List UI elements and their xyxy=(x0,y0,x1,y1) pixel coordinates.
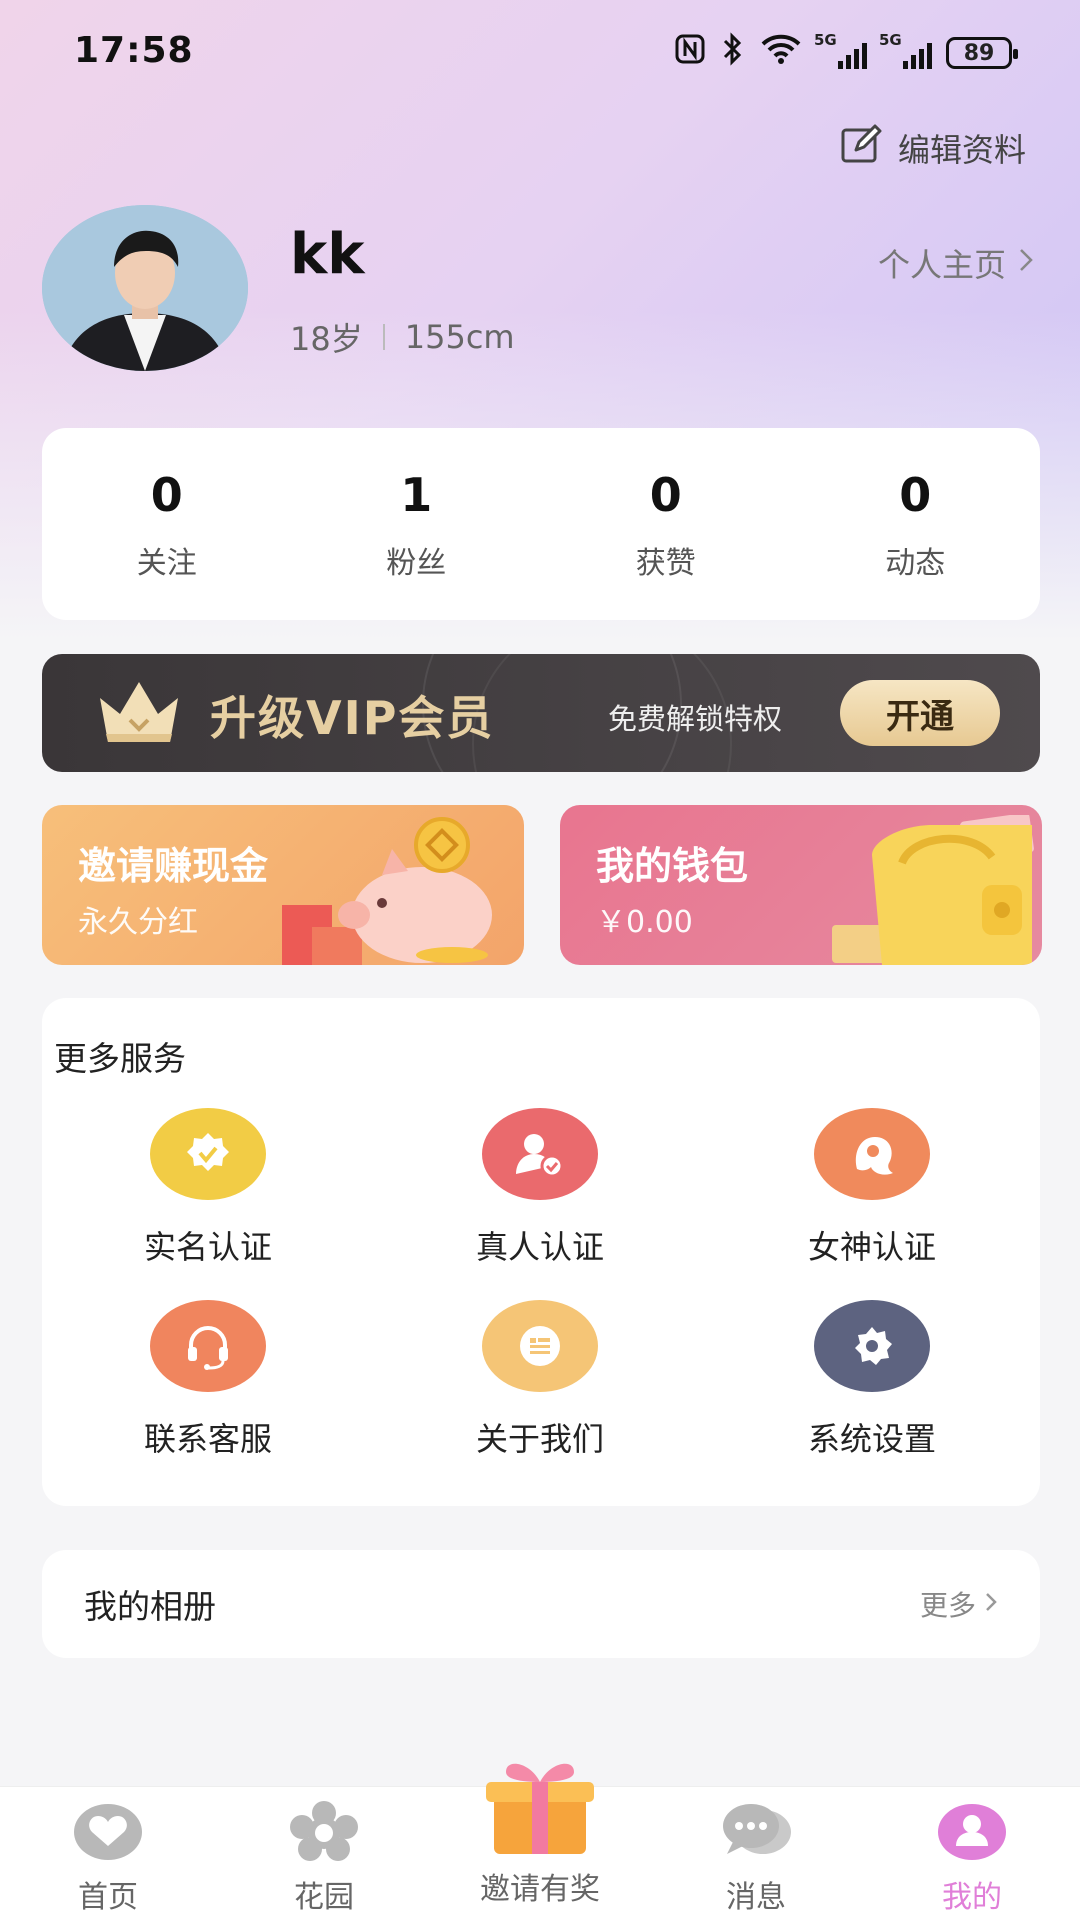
wifi-icon xyxy=(760,33,802,73)
more-services-card: 更多服务 实名认证 真人认证 女神认证 联系客服 关于我们 系统设置 xyxy=(42,998,1040,1506)
stat-value: 0 xyxy=(899,468,932,522)
stat-value: 0 xyxy=(649,468,682,522)
wallet-balance: ￥0.00 xyxy=(596,905,693,940)
invite-subtitle: 永久分红 xyxy=(78,905,198,940)
tab-mine[interactable]: 我的 xyxy=(892,1800,1052,1916)
edit-profile-label: 编辑资料 xyxy=(897,131,1026,169)
tab-garden[interactable]: 花园 xyxy=(244,1800,404,1916)
wallet-promo-card[interactable]: 我的钱包 ￥0.00 xyxy=(560,805,1042,965)
service-label: 联系客服 xyxy=(143,1420,272,1458)
nfc-icon xyxy=(674,33,706,73)
tab-label: 首页 xyxy=(78,1880,138,1915)
stat-fans[interactable]: 1 粉丝 xyxy=(292,428,542,620)
bluetooth-icon xyxy=(720,32,746,74)
homepage-link[interactable]: 个人主页 xyxy=(878,240,1034,286)
wallet-icon xyxy=(812,812,1042,965)
service-system-settings[interactable]: 系统设置 xyxy=(706,1300,1038,1470)
tab-label: 花园 xyxy=(294,1880,354,1915)
tab-label: 我的 xyxy=(942,1880,1002,1915)
headset-icon xyxy=(150,1300,266,1392)
service-label: 系统设置 xyxy=(807,1420,936,1458)
stat-label: 获赞 xyxy=(635,546,696,581)
invite-title: 邀请赚现金 xyxy=(78,844,269,888)
settings-icon xyxy=(814,1300,930,1392)
service-label: 女神认证 xyxy=(807,1228,936,1266)
my-album-row[interactable]: 我的相册 更多 xyxy=(42,1550,1040,1658)
avatar[interactable] xyxy=(42,205,248,371)
chevron-right-icon xyxy=(1018,244,1034,282)
edit-profile-button[interactable]: 编辑资料 xyxy=(840,124,1026,172)
tab-home[interactable]: 首页 xyxy=(28,1800,188,1916)
stat-label: 粉丝 xyxy=(386,546,447,581)
status-bar: 17:58 5G 5G 89 xyxy=(0,0,1080,104)
service-customer-support[interactable]: 联系客服 xyxy=(42,1300,374,1470)
service-label: 真人认证 xyxy=(475,1228,604,1266)
stat-following[interactable]: 0 关注 xyxy=(42,428,292,620)
profile-icon xyxy=(936,1800,1008,1864)
edit-icon xyxy=(840,124,884,172)
divider xyxy=(382,324,385,350)
album-more-label: 更多 xyxy=(919,1589,976,1622)
services-title: 更多服务 xyxy=(54,1039,186,1078)
vip-open-button[interactable]: 开通 xyxy=(840,680,1000,746)
service-goddess-verification[interactable]: 女神认证 xyxy=(706,1108,1038,1278)
info-card-icon xyxy=(482,1300,598,1392)
tab-label: 邀请有奖 xyxy=(480,1872,600,1907)
signal-icon: 5G xyxy=(814,31,867,69)
service-real-name-verification[interactable]: 实名认证 xyxy=(42,1108,374,1278)
status-icons: 5G 5G 89 xyxy=(674,31,1018,74)
wallet-title: 我的钱包 xyxy=(596,844,749,888)
battery-icon: 89 xyxy=(946,37,1018,69)
tab-label: 消息 xyxy=(726,1880,786,1915)
signal-icon: 5G xyxy=(879,31,932,69)
stat-likes[interactable]: 0 获赞 xyxy=(541,428,791,620)
stat-posts[interactable]: 0 动态 xyxy=(791,428,1041,620)
service-label: 实名认证 xyxy=(143,1228,272,1266)
height-label: 155cm xyxy=(404,318,515,356)
chat-icon xyxy=(719,1800,793,1864)
user-check-icon xyxy=(482,1108,598,1200)
verified-badge-icon xyxy=(150,1108,266,1200)
service-label: 关于我们 xyxy=(475,1420,604,1458)
gift-icon xyxy=(470,1756,610,1856)
stats-card: 0 关注 1 粉丝 0 获赞 0 动态 xyxy=(42,428,1040,620)
vip-subtitle: 免费解锁特权 xyxy=(608,702,783,736)
nickname: kk xyxy=(290,222,365,287)
service-real-person-verification[interactable]: 真人认证 xyxy=(374,1108,706,1278)
album-title: 我的相册 xyxy=(84,1587,216,1626)
goddess-icon xyxy=(814,1108,930,1200)
profile-meta: 18岁 155cm xyxy=(290,314,515,360)
invite-promo-card[interactable]: 邀请赚现金 永久分红 xyxy=(42,805,524,965)
tab-messages[interactable]: 消息 xyxy=(676,1800,836,1916)
stat-value: 0 xyxy=(150,468,183,522)
stat-label: 关注 xyxy=(136,546,197,581)
battery-level: 89 xyxy=(963,40,995,66)
vip-title: 升级VIP会员 xyxy=(210,691,495,745)
album-more-link[interactable]: 更多 xyxy=(920,1584,998,1624)
heart-icon xyxy=(72,1800,144,1864)
service-about-us[interactable]: 关于我们 xyxy=(374,1300,706,1470)
tab-invite-reward[interactable]: 邀请有奖 xyxy=(460,1756,620,1908)
age-label: 18岁 xyxy=(290,320,363,358)
chevron-right-icon xyxy=(984,1588,998,1621)
piggy-bank-icon xyxy=(282,815,522,965)
homepage-label: 个人主页 xyxy=(877,246,1006,284)
status-time: 17:58 xyxy=(74,30,194,71)
vip-banner[interactable]: 升级VIP会员 免费解锁特权 开通 xyxy=(42,654,1040,772)
flower-icon xyxy=(288,1800,360,1864)
crown-icon xyxy=(94,676,184,752)
stat-value: 1 xyxy=(400,468,433,522)
stat-label: 动态 xyxy=(885,546,946,581)
